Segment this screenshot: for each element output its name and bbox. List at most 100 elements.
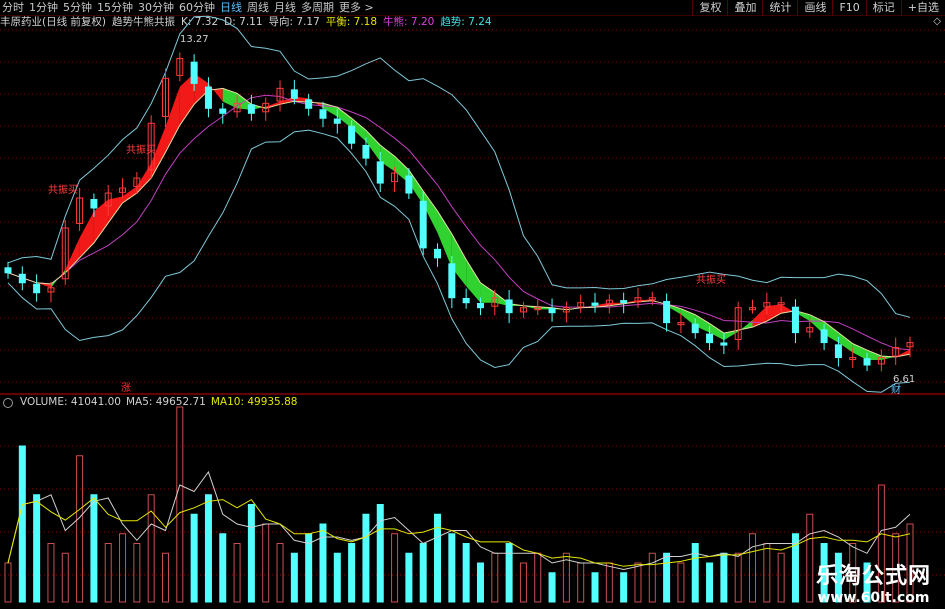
volume-ma-lines	[7, 470, 911, 571]
volume-bar	[777, 552, 785, 603]
candle-body	[18, 273, 26, 284]
volume-bar	[104, 543, 112, 603]
volume-bar	[333, 552, 341, 603]
ribbon-segment	[466, 259, 481, 303]
volume-bar	[677, 562, 685, 603]
candle-body	[706, 333, 714, 344]
candle-body	[691, 323, 699, 334]
ribbon-segment	[437, 210, 452, 268]
volume-bar	[763, 543, 771, 603]
candle-body	[204, 86, 212, 109]
volume-bar	[290, 552, 298, 603]
ribbon-segment	[337, 107, 352, 129]
bollinger-band	[7, 15, 911, 393]
volume-bar	[548, 572, 556, 603]
volume-bar	[61, 552, 69, 603]
volume-bar	[476, 562, 484, 603]
volume-bar	[319, 523, 327, 603]
zhang-marker: 涨	[121, 382, 131, 394]
candle-body	[720, 342, 728, 346]
candle-body	[33, 283, 41, 294]
volume-bar	[247, 504, 255, 603]
volume-bar	[119, 533, 127, 603]
candle-body	[820, 329, 828, 344]
candle-body	[247, 104, 255, 114]
volume-bar	[219, 533, 227, 603]
candle-body	[219, 108, 227, 114]
candle-body	[791, 306, 799, 334]
volume-info-bar: VOLUME: 41041.00 MA5: 49652.71 MA10: 499…	[0, 396, 297, 409]
volume-bar	[161, 552, 169, 603]
ribbon-segment	[108, 196, 123, 223]
candle-body	[863, 358, 871, 366]
volume-bar	[806, 513, 814, 603]
moving-average-lines	[7, 87, 911, 358]
ribbon-segment	[165, 86, 180, 153]
high-price-label: 13.27	[180, 34, 209, 45]
volume-ma10-line	[7, 497, 911, 567]
volume-ma10: MA10: 49935.88	[210, 396, 298, 408]
candle-body	[405, 175, 413, 194]
volume-bar	[648, 552, 656, 603]
volume-bars	[4, 406, 914, 603]
watermark-url: www.60lt.com	[817, 590, 930, 606]
volume-bar	[76, 455, 84, 603]
ma-yellow-line	[7, 87, 911, 358]
candle-body	[591, 302, 599, 306]
volume-bar	[634, 562, 642, 603]
volume-bar	[276, 543, 284, 603]
candle-body	[505, 299, 513, 314]
volume-bar	[519, 562, 527, 603]
candle-body	[434, 248, 442, 259]
buy-signal-3: 共振买	[696, 273, 726, 286]
volume-bar	[462, 543, 470, 603]
candle-body	[476, 302, 484, 309]
volume-ma5: MA5: 49652.71	[125, 396, 206, 408]
candle-body	[333, 118, 341, 124]
volume-bar	[204, 494, 212, 603]
candle-body	[190, 61, 198, 84]
candle-body	[4, 267, 12, 274]
volume-bar	[190, 513, 198, 603]
ribbon-segment	[65, 237, 80, 273]
settings-circle-icon[interactable]	[3, 398, 13, 408]
candle-body	[620, 300, 628, 304]
volume-bar	[706, 562, 714, 603]
volume-bar	[720, 552, 728, 603]
volume-bar	[376, 504, 384, 603]
candle-body	[834, 344, 842, 359]
volume-bar	[362, 513, 370, 603]
volume-bar	[90, 494, 98, 603]
watermark: 乐淘公式网 www.60lt.com	[816, 558, 931, 606]
volume-bar	[591, 572, 599, 603]
candlesticks	[4, 52, 914, 372]
price-chart[interactable]: 13.27 6.61 共振买 共振买 共振买 涨 财	[0, 0, 945, 609]
volume-bar	[133, 543, 141, 603]
price-annotations: 13.27 6.61 共振买 共振买 共振买 涨 财	[48, 34, 915, 396]
volume-bar	[233, 543, 241, 603]
volume-bar	[348, 543, 356, 603]
volume-bar	[262, 523, 270, 603]
volume-bar	[691, 543, 699, 603]
volume-bar	[176, 406, 184, 603]
volume-bar	[620, 572, 628, 603]
volume-bar	[33, 494, 41, 603]
cai-marker: 财	[891, 383, 901, 396]
volume-ma5-line	[7, 470, 911, 571]
buy-signal-1: 共振买	[48, 183, 78, 196]
volume-bar	[605, 562, 613, 603]
grid-lines	[0, 29, 945, 576]
volume-bar	[47, 543, 55, 603]
candle-body	[419, 200, 427, 249]
volume-bar	[749, 533, 757, 603]
volume-bar	[663, 552, 671, 603]
volume-bar	[577, 562, 585, 603]
buy-signal-2: 共振买	[126, 143, 156, 156]
volume-bar	[734, 552, 742, 603]
candle-body	[376, 161, 384, 184]
low-price-label: 6.61	[893, 374, 915, 385]
candle-body	[362, 144, 370, 159]
volume-bar	[4, 562, 12, 603]
watermark-cn: 乐淘公式网	[815, 564, 931, 589]
candle-body	[290, 89, 298, 99]
